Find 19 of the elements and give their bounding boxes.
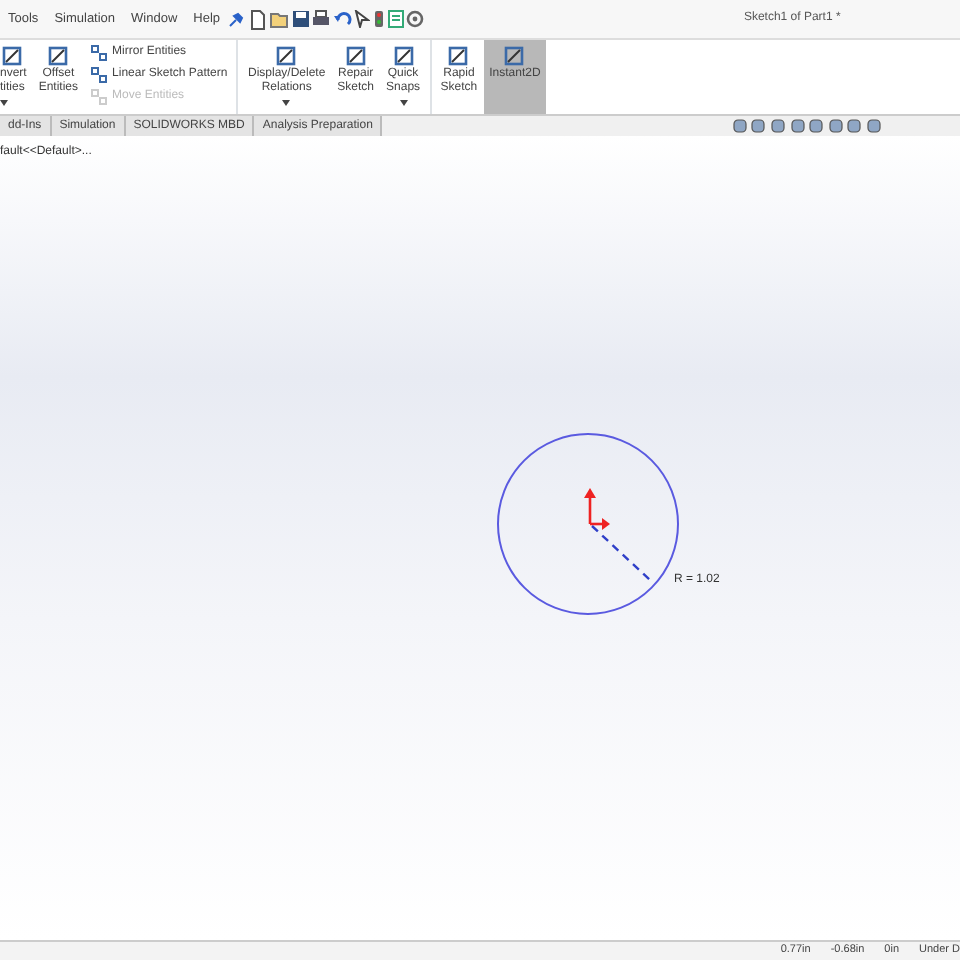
open-folder-icon[interactable] (269, 10, 288, 28)
sketch-circle[interactable] (497, 433, 679, 615)
save-icon[interactable] (291, 10, 310, 28)
pin-icon[interactable] (228, 11, 245, 27)
squares-icon (90, 88, 109, 106)
cursor-icon[interactable] (354, 10, 371, 28)
settings-icon[interactable] (406, 10, 425, 28)
undo-icon[interactable] (333, 10, 352, 28)
printer-icon[interactable] (312, 10, 331, 28)
squares-icon (90, 44, 109, 62)
caret-icon[interactable] (399, 99, 408, 106)
radius-line (591, 525, 651, 581)
new-document-icon[interactable] (250, 9, 267, 29)
caret-icon[interactable] (282, 99, 291, 106)
origin-icon (584, 488, 610, 530)
traffic-light-icon[interactable] (374, 10, 385, 28)
file-properties-icon[interactable] (387, 10, 404, 28)
squares-icon (90, 66, 109, 84)
caret-icon[interactable] (0, 99, 8, 106)
